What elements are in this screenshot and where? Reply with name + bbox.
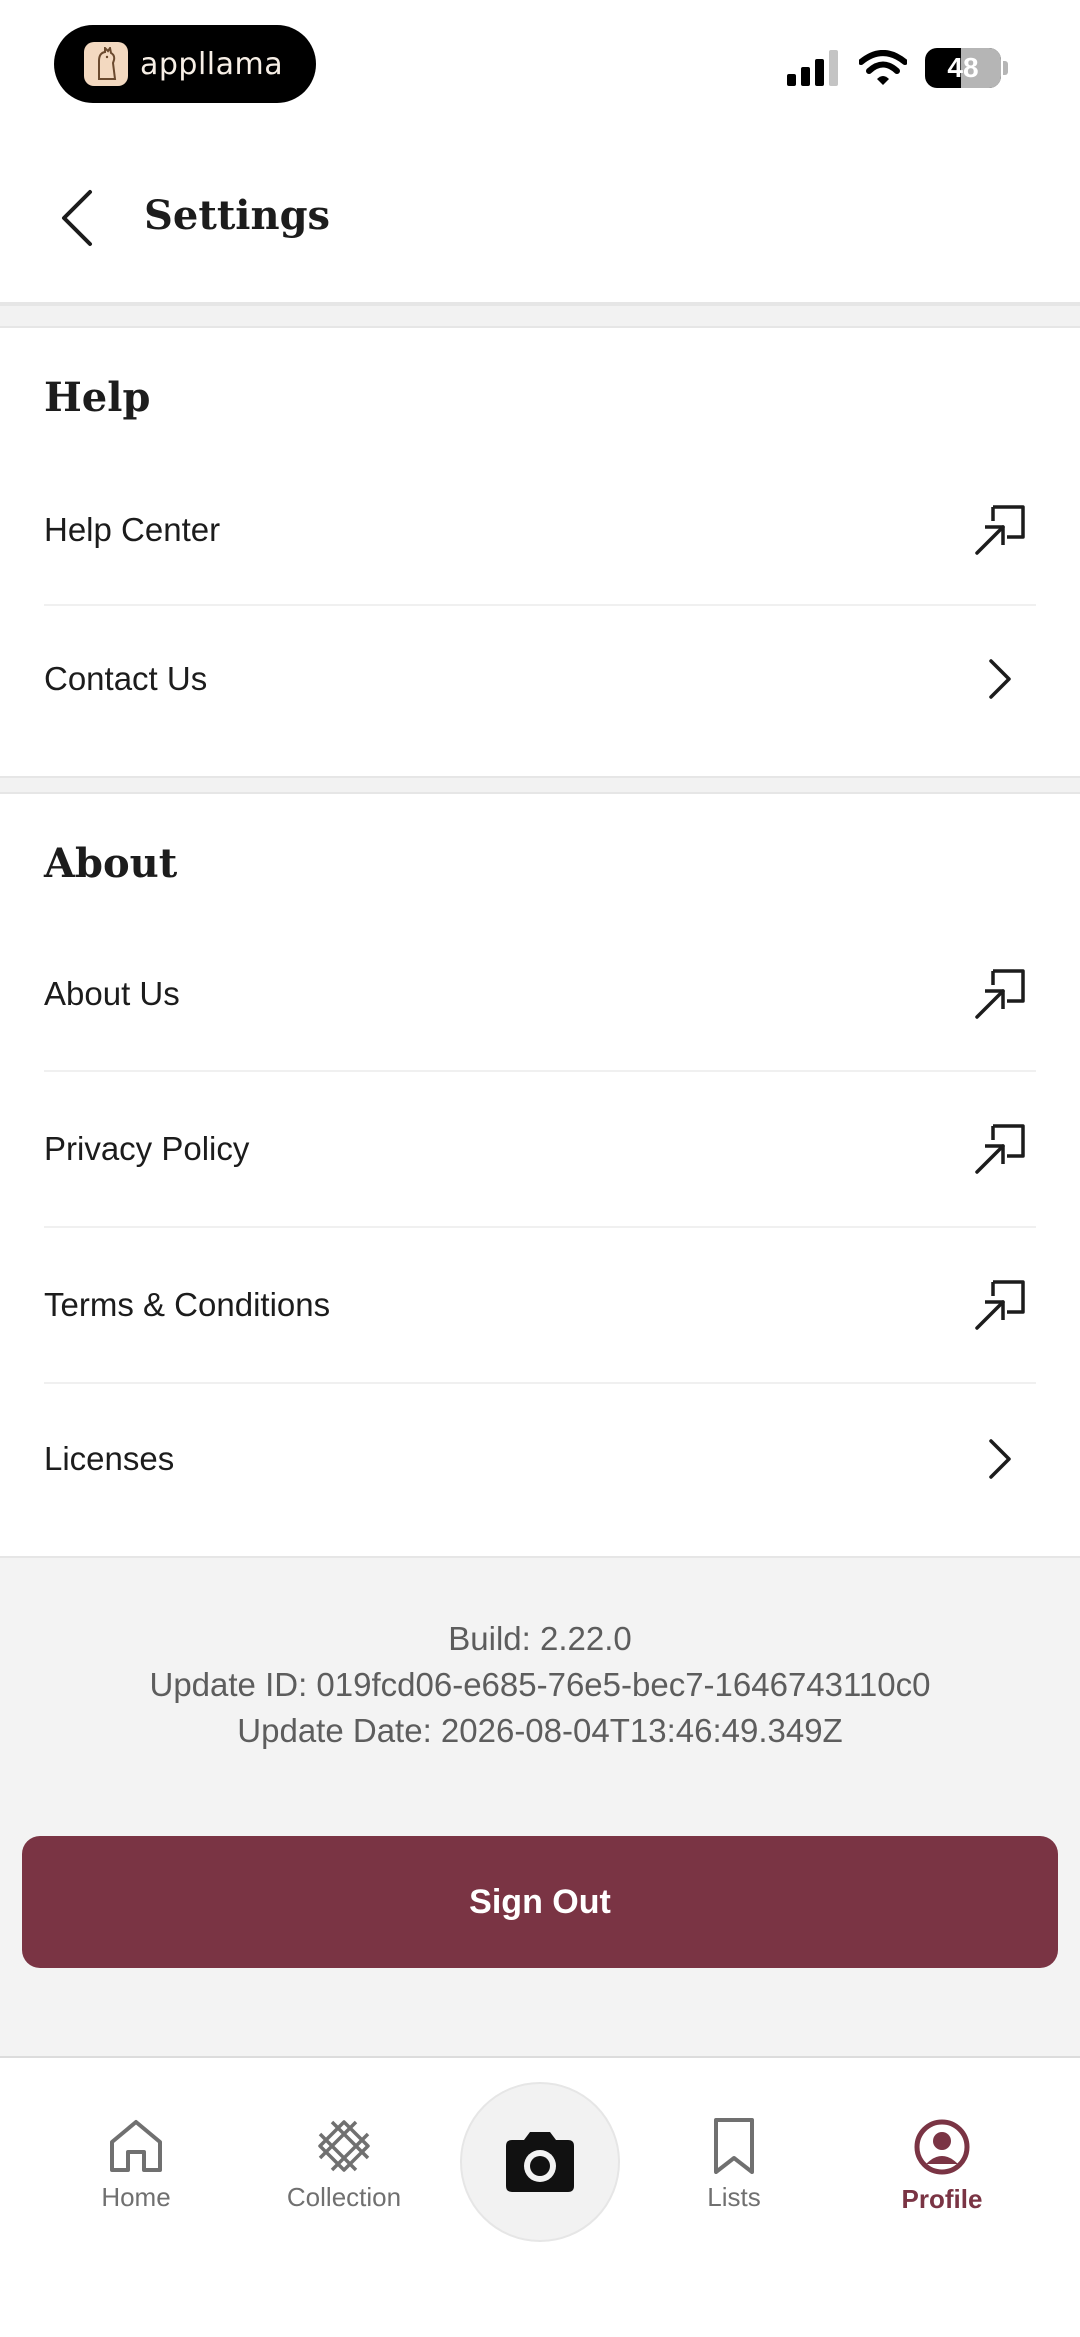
camera-button[interactable]: [460, 2082, 620, 2242]
status-bar: appllama 48: [0, 0, 1080, 130]
sign-out-button[interactable]: Sign Out: [22, 1836, 1058, 1968]
nav-label-lists: Lists: [707, 2182, 761, 2212]
section-divider: [0, 304, 1080, 328]
privacy-policy-row[interactable]: Privacy Policy: [44, 1072, 1036, 1228]
about-section-title: About: [44, 840, 178, 887]
battery-level: 48: [947, 52, 979, 83]
nav-item-home[interactable]: Home: [56, 2118, 216, 2213]
licenses-label: Licenses: [44, 1440, 175, 1477]
profile-icon: [914, 2119, 970, 2175]
help-center-label: Help Center: [44, 511, 221, 548]
about-us-row[interactable]: About Us: [44, 918, 1036, 1072]
battery-indicator: 48: [925, 48, 1001, 88]
page-title: Settings: [144, 192, 331, 239]
privacy-policy-label: Privacy Policy: [44, 1130, 250, 1167]
section-divider: [0, 776, 1080, 794]
home-icon: [110, 2120, 162, 2172]
bottom-navigation: Home Collection Lists Profile: [0, 2056, 1080, 2337]
update-date: Update Date: 2026-08-04T13:46:49.349Z: [237, 1712, 843, 1749]
nav-label-home: Home: [101, 2182, 171, 2212]
contact-us-label: Contact Us: [44, 660, 208, 697]
about-us-label: About Us: [44, 975, 180, 1012]
battery-tip: [1003, 61, 1008, 75]
chevron-right-icon: [972, 651, 1028, 707]
terms-conditions-row[interactable]: Terms & Conditions: [44, 1228, 1036, 1384]
nav-label-collection: Collection: [286, 2182, 402, 2212]
footer-area: Build: 2.22.0 Update ID: 019fcd06-e685-7…: [0, 1556, 1080, 2058]
bookmark-icon: [714, 2118, 754, 2174]
licenses-row[interactable]: Licenses: [44, 1384, 1036, 1534]
external-link-icon: [972, 502, 1028, 558]
wifi-icon: [859, 50, 907, 85]
update-id: Update ID: 019fcd06-e685-76e5-bec7-16467…: [149, 1666, 931, 1703]
status-icons: 48: [787, 48, 1008, 88]
external-link-icon: [972, 966, 1028, 1022]
build-info: Build: 2.22.0 Update ID: 019fcd06-e685-7…: [0, 1616, 1080, 1754]
app-name: appllama: [140, 46, 284, 82]
app-indicator-pill[interactable]: appllama: [54, 25, 316, 103]
contact-us-row[interactable]: Contact Us: [44, 606, 1036, 752]
header: Settings: [0, 130, 1080, 304]
collection-icon: [318, 2120, 370, 2172]
llama-logo-icon: [84, 42, 128, 86]
back-button[interactable]: [56, 188, 106, 260]
terms-conditions-label: Terms & Conditions: [44, 1286, 331, 1323]
camera-icon: [506, 2132, 574, 2192]
nav-label-profile: Profile: [901, 2184, 983, 2214]
help-section-title: Help: [44, 374, 151, 421]
cellular-signal-icon: [787, 50, 838, 86]
nav-item-lists[interactable]: Lists: [654, 2118, 814, 2213]
nav-item-collection[interactable]: Collection: [264, 2118, 424, 2213]
help-center-row[interactable]: Help Center: [44, 456, 1036, 606]
external-link-icon: [972, 1277, 1028, 1333]
nav-item-profile[interactable]: Profile: [862, 2118, 1022, 2215]
build-version: Build: 2.22.0: [448, 1620, 632, 1657]
chevron-left-icon: [62, 190, 92, 246]
external-link-icon: [972, 1121, 1028, 1177]
chevron-right-icon: [972, 1431, 1028, 1487]
